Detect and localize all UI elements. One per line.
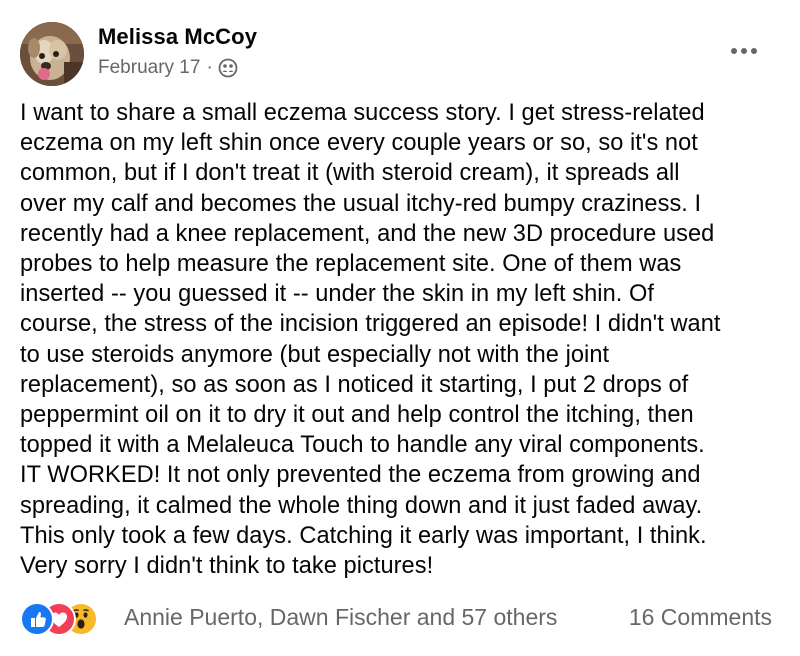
comments-count[interactable]: 16 Comments (629, 604, 772, 631)
more-horizontal-icon (731, 48, 757, 54)
like-icon (20, 602, 54, 636)
post-footer: Annie Puerto, Dawn Fischer and 57 others… (20, 598, 780, 638)
meta-separator: · (206, 57, 213, 78)
post-date[interactable]: February 17 (98, 57, 200, 79)
post-body: I want to share a small eczema success s… (20, 100, 721, 580)
friends-icon[interactable] (218, 58, 238, 78)
avatar[interactable] (20, 22, 84, 86)
author-name[interactable]: Melissa McCoy (98, 24, 257, 50)
reaction-icons[interactable] (20, 602, 120, 636)
feed-post: Melissa McCoy February 17 · I want to sh… (0, 0, 800, 656)
post-meta: February 17 · (98, 57, 238, 79)
reactions-summary[interactable]: Annie Puerto, Dawn Fischer and 57 others (124, 604, 557, 631)
dog-photo (20, 22, 84, 86)
post-options-button[interactable] (722, 36, 766, 66)
